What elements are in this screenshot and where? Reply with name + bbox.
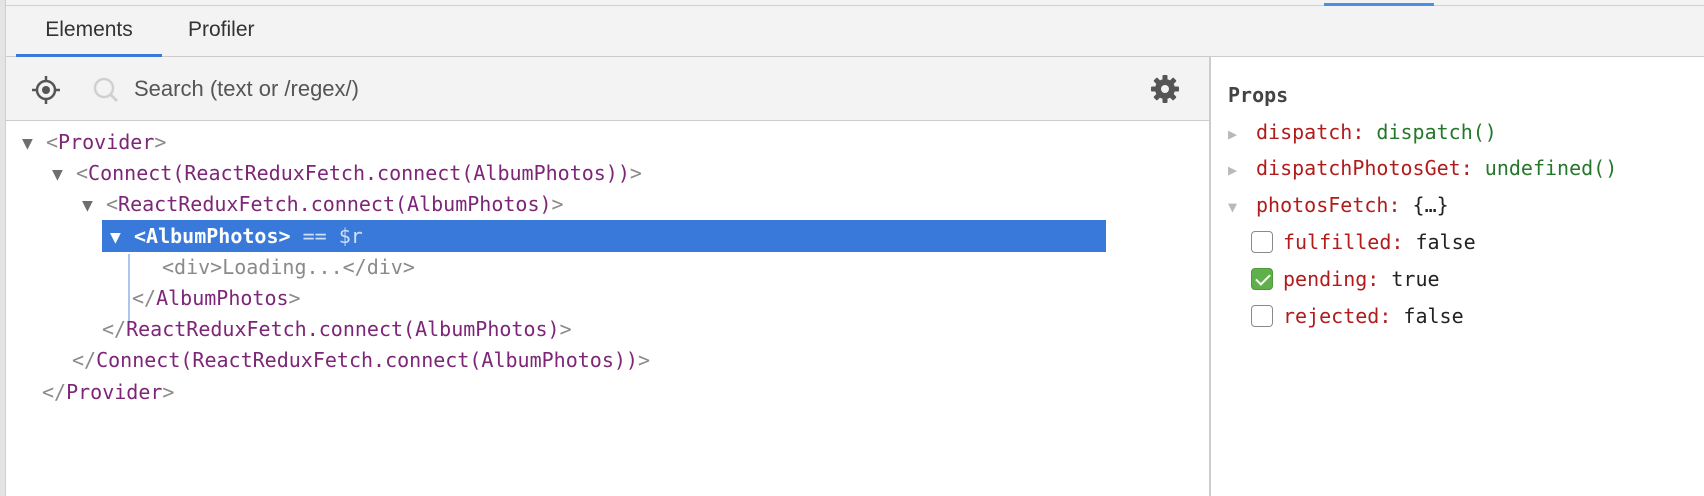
tree-node-connect-close[interactable]: </Connect(ReactReduxFetch.connect(AlbumP… bbox=[72, 344, 650, 376]
tab-profiler[interactable]: Profiler bbox=[176, 6, 267, 57]
prop-rejected: rejected: false bbox=[1251, 300, 1464, 332]
search-input[interactable] bbox=[134, 69, 1034, 109]
prop-dispatch[interactable]: ▶ dispatch: dispatch() bbox=[1228, 116, 1497, 148]
devtools-tab-bar: Elements Profiler bbox=[6, 6, 1704, 57]
expand-arrow-icon[interactable]: ▶ bbox=[1228, 118, 1256, 150]
tree-node-div-loading[interactable]: <div>Loading...</div> bbox=[162, 251, 415, 283]
rejected-checkbox[interactable] bbox=[1251, 304, 1273, 327]
selected-ref-label: == $r bbox=[290, 224, 363, 248]
component-tree: ▼ <Provider> ▼ <Connect(ReactReduxFetch.co… bbox=[6, 121, 1209, 496]
search-icon bbox=[90, 74, 122, 106]
tree-node-reactreduxfetch[interactable]: ▼ <ReactReduxFetch.connect(AlbumPhotos)> bbox=[82, 188, 564, 220]
collapse-arrow-icon[interactable]: ▼ bbox=[110, 222, 134, 254]
tree-node-albumphotos-selected[interactable]: ▼ <AlbumPhotos> == $r bbox=[102, 220, 1106, 252]
prop-dispatchphotosget[interactable]: ▶ dispatchPhotosGet: undefined() bbox=[1228, 152, 1617, 184]
expand-arrow-icon[interactable]: ▶ bbox=[1228, 154, 1256, 186]
collapse-arrow-icon[interactable]: ▼ bbox=[52, 159, 76, 191]
collapse-arrow-icon[interactable]: ▼ bbox=[82, 190, 106, 222]
crosshair-icon[interactable] bbox=[30, 74, 62, 106]
node-tag-name: Connect(ReactReduxFetch.connect(AlbumPho… bbox=[96, 348, 638, 372]
tree-node-provider[interactable]: ▼ <Provider> bbox=[22, 126, 166, 158]
tab-elements[interactable]: Elements bbox=[16, 6, 162, 57]
node-tag-name: Provider bbox=[66, 380, 163, 404]
node-tag-name: ReactReduxFetch.connect(AlbumPhotos) bbox=[126, 317, 560, 341]
tree-node-albumphotos-close[interactable]: </AlbumPhotos> bbox=[132, 282, 301, 314]
prop-fulfilled: fulfilled: false bbox=[1251, 226, 1476, 258]
props-title: Props bbox=[1228, 83, 1289, 107]
elements-toolbar bbox=[6, 57, 1209, 121]
node-tag-name: Connect(ReactReduxFetch.connect(AlbumPho… bbox=[88, 161, 630, 185]
collapse-arrow-icon[interactable]: ▼ bbox=[1228, 191, 1256, 223]
gear-icon[interactable] bbox=[1148, 72, 1182, 106]
props-panel: Props ▶ dispatch: dispatch() ▶ dispatchPho… bbox=[1211, 57, 1704, 496]
tree-node-reactreduxfetch-close[interactable]: </ReactReduxFetch.connect(AlbumPhotos)> bbox=[102, 313, 572, 345]
pending-checkbox[interactable] bbox=[1251, 267, 1273, 290]
node-tag-name: ReactReduxFetch.connect(AlbumPhotos) bbox=[118, 192, 552, 216]
prop-pending: pending: true bbox=[1251, 263, 1440, 295]
node-tag-name: Provider bbox=[58, 130, 155, 154]
fulfilled-checkbox[interactable] bbox=[1251, 230, 1273, 253]
tree-indent-guide bbox=[128, 254, 130, 322]
collapse-arrow-icon[interactable]: ▼ bbox=[22, 128, 46, 160]
prop-photosfetch[interactable]: ▼ photosFetch: {…} bbox=[1228, 189, 1449, 221]
tree-node-provider-close[interactable]: </Provider> bbox=[42, 376, 174, 408]
node-tag-name: AlbumPhotos bbox=[146, 224, 279, 248]
tree-node-connect[interactable]: ▼ <Connect(ReactReduxFetch.connect(AlbumP… bbox=[52, 157, 642, 189]
node-tag-name: AlbumPhotos bbox=[156, 286, 289, 310]
